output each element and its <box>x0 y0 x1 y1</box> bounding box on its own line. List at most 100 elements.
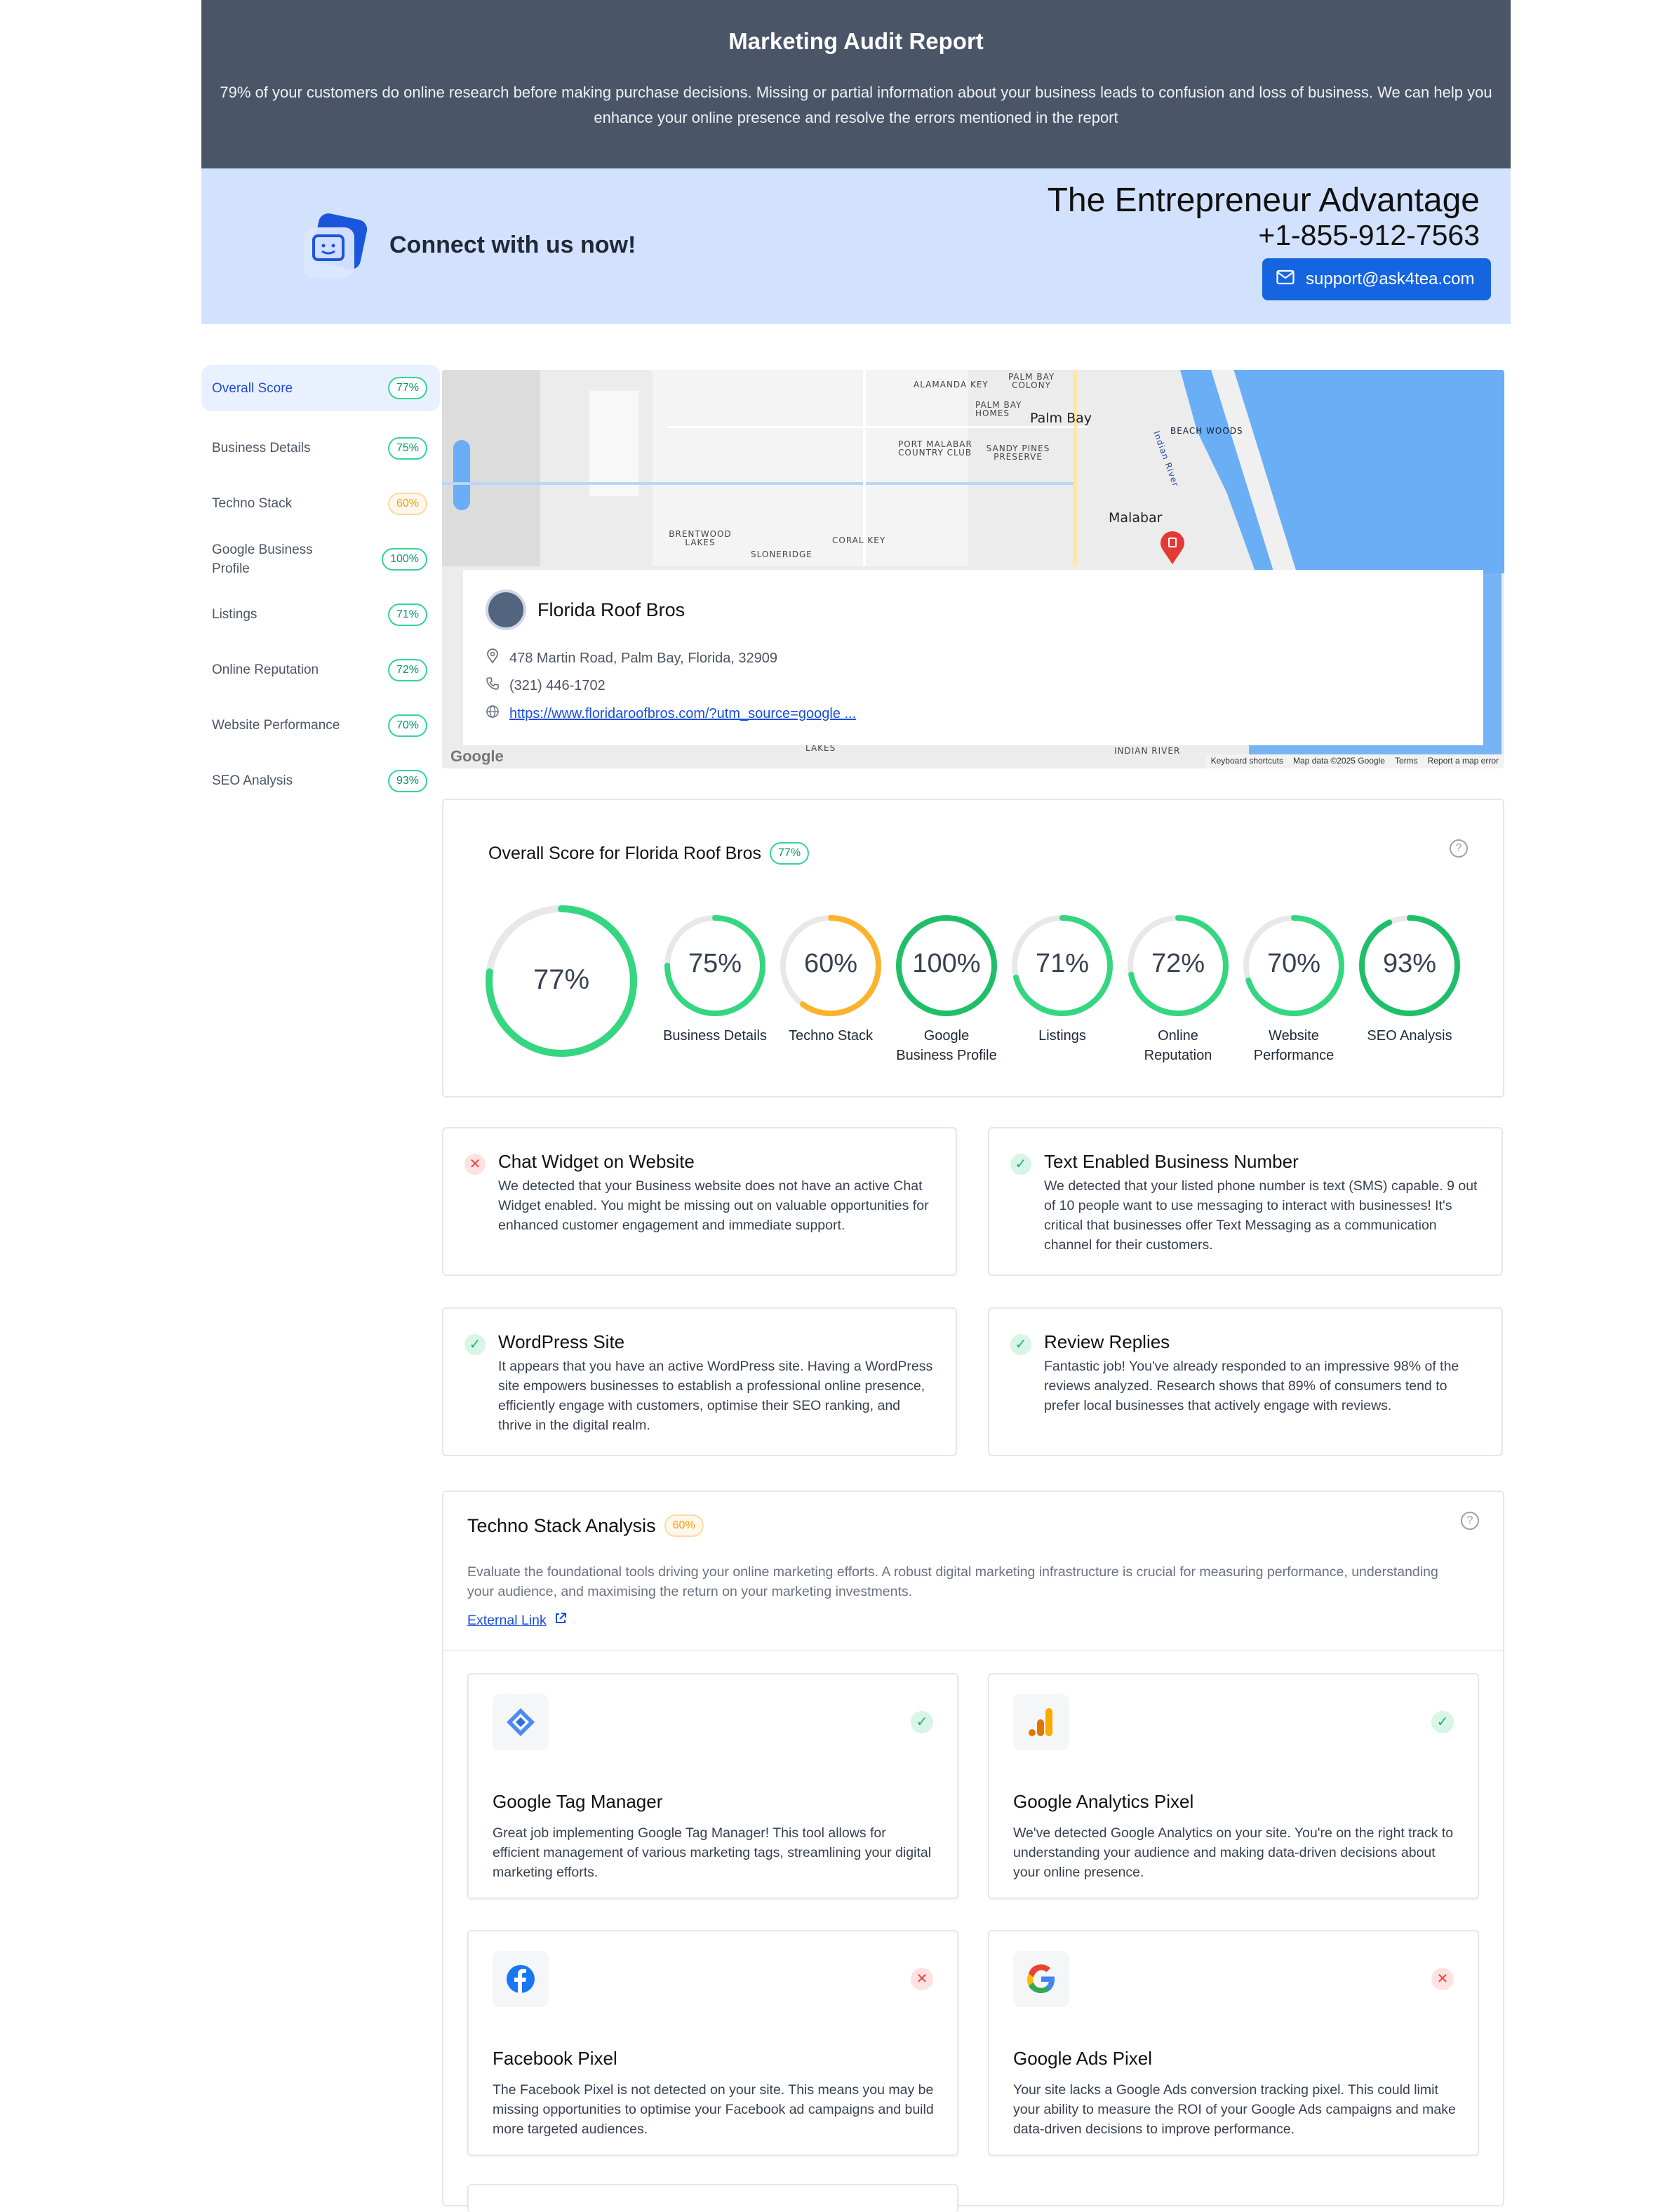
tool-card: ✓ Google Analytics Pixel We've detected Go… <box>988 1673 1479 1899</box>
gauge-value: 93% <box>1382 949 1437 978</box>
check-card: ✓ WordPress Site It appears that you have … <box>442 1307 957 1456</box>
sidebar-item-label: Business Details <box>212 441 311 455</box>
overall-score-title: Overall Score for Florida Roof Bros <box>488 843 762 863</box>
sidebar-item[interactable]: Website Performance 70% <box>201 698 440 753</box>
overall-score-card: Overall Score for Florida Roof Bros 77% … <box>442 799 1504 1098</box>
overall-score-badge: 77% <box>770 842 810 865</box>
report-subtitle: 79% of your customers do online research… <box>220 84 1492 126</box>
sidebar-score-badge: 60% <box>387 492 427 515</box>
category-gauge[interactable]: 60% Techno Stack <box>778 915 883 1046</box>
sidebar-score-badge: 72% <box>387 658 427 681</box>
external-link[interactable]: External Link <box>467 1611 568 1630</box>
company-phone[interactable]: +1-855-912-7563 <box>1258 219 1480 252</box>
check-card: ✓ Text Enabled Business Number We detected… <box>988 1127 1503 1276</box>
google-analytics-icon <box>1013 1694 1069 1750</box>
category-gauge[interactable]: 93% SEO Analysis <box>1357 915 1462 1046</box>
sidebar-score-badge: 77% <box>387 377 427 399</box>
map-pin-icon[interactable] <box>1159 531 1186 565</box>
sidebar-item[interactable]: Overall Score 77% <box>201 365 440 411</box>
sidebar-score-badge: 93% <box>387 769 427 792</box>
map-label: Indian River <box>1151 429 1181 488</box>
category-gauge[interactable]: 75% Business Details <box>662 915 768 1046</box>
external-link-icon <box>554 1611 568 1630</box>
close-icon: ✕ <box>1431 1968 1454 1990</box>
sidebar-item[interactable]: Online Reputation 72% <box>201 642 440 698</box>
overall-gauge-value: 77% <box>533 964 590 995</box>
techno-stack-description: Evaluate the foundational tools driving … <box>467 1564 1438 1599</box>
business-phone[interactable]: (321) 446-1702 <box>509 678 606 694</box>
email-button[interactable]: support@ask4tea.com <box>1262 258 1491 300</box>
tool-description: We've detected Google Analytics on your … <box>1013 1825 1454 1880</box>
map-city: Malabar <box>1109 510 1163 526</box>
tool-card: ✓ Google Tag Manager Great job implementin… <box>467 1673 958 1899</box>
check-description: We detected that your Business website d… <box>498 1178 929 1233</box>
map-label: BEACH WOODS <box>1170 426 1243 436</box>
location-map[interactable]: ALAMANDA KEY PALM BAY COLONY PALM BAY HO… <box>442 370 1504 768</box>
tool-card: ✕ Facebook Pixel The Facebook Pixel is not… <box>467 1930 958 2156</box>
chat-bubble-icon <box>300 212 370 282</box>
check-description: We detected that your listed phone numbe… <box>1044 1178 1478 1253</box>
globe-icon <box>486 705 500 723</box>
sidebar-score-badge: 100% <box>382 547 427 571</box>
phone-icon <box>486 677 500 695</box>
help-icon[interactable]: ? <box>1461 1512 1479 1530</box>
location-pin-icon <box>486 648 500 668</box>
check-title: Review Replies <box>1044 1331 1170 1352</box>
map-label: SANDY PINES PRESERVE <box>986 444 1050 462</box>
gauge-value: 71% <box>1035 949 1090 978</box>
gauge-label: Listings <box>1038 1028 1086 1044</box>
business-website-link[interactable]: https://www.floridaroofbros.com/?utm_sou… <box>509 706 856 722</box>
sidebar-item[interactable]: Listings 71% <box>201 587 440 642</box>
sidebar-item-label: SEO Analysis <box>212 773 293 788</box>
business-address: 478 Martin Road, Palm Bay, Florida, 3290… <box>509 650 778 666</box>
sidebar-item[interactable]: SEO Analysis 93% <box>201 753 440 808</box>
gauge-label: Business Details <box>663 1028 767 1044</box>
category-gauge[interactable]: 100% Google Business Profile <box>894 915 999 1065</box>
tool-description: Great job implementing Google Tag Manage… <box>493 1825 932 1880</box>
terms-link[interactable]: Terms <box>1395 756 1418 767</box>
gauge-value: 100% <box>912 949 981 978</box>
business-name: Florida Roof Bros <box>537 599 685 620</box>
business-card: Florida Roof Bros 478 Martin Road, Palm … <box>463 570 1483 745</box>
check-card: ✓ Review Replies Fantastic job! You've alr… <box>988 1307 1503 1456</box>
company-name: The Entrepreneur Advantage <box>1047 182 1480 219</box>
sidebar-item[interactable]: Google Business Profile 100% <box>201 531 440 587</box>
connect-cta: Connect with us now! <box>389 232 636 258</box>
map-label: ALAMANDA KEY <box>914 380 989 389</box>
sidebar-item[interactable]: Techno Stack 60% <box>201 476 440 531</box>
sidebar-item[interactable]: Business Details 75% <box>201 420 440 476</box>
report-map-error-link[interactable]: Report a map error <box>1428 756 1499 767</box>
close-icon: ✕ <box>911 1968 933 1990</box>
external-link-label: External Link <box>467 1612 547 1628</box>
gauge-value: 60% <box>803 949 858 978</box>
check-icon: ✓ <box>1010 1154 1031 1175</box>
report-header: Marketing Audit Report 79% of your custo… <box>201 0 1511 168</box>
category-gauge[interactable]: 71% Listings <box>1010 915 1115 1046</box>
check-title: Text Enabled Business Number <box>1044 1151 1299 1172</box>
google-tag-manager-icon <box>493 1694 549 1750</box>
tool-description: Your site lacks a Google Ads conversion … <box>1013 2082 1456 2137</box>
gauge-value: 70% <box>1266 949 1321 978</box>
category-gauge[interactable]: 72% Online Reputation <box>1125 915 1231 1065</box>
map-footer: Keyboard shortcuts Map data ©2025 Google… <box>1205 754 1504 768</box>
business-logo <box>486 589 526 630</box>
category-gauge[interactable]: 70% Website Performance <box>1241 915 1346 1065</box>
techno-stack-title: Techno Stack Analysis <box>467 1514 656 1536</box>
map-label: SLONERIDGE <box>751 549 812 559</box>
tool-description: The Facebook Pixel is not detected on yo… <box>493 2082 934 2137</box>
gauge-label: Online Reputation <box>1144 1028 1212 1063</box>
google-icon <box>1013 1951 1069 2007</box>
gauge-value: 75% <box>688 949 742 978</box>
mail-icon <box>1276 269 1295 290</box>
sidebar-score-badge: 71% <box>387 603 427 626</box>
sidebar-item-label: Techno Stack <box>212 496 293 511</box>
keyboard-shortcuts-link[interactable]: Keyboard shortcuts <box>1211 756 1283 767</box>
techno-stack-badge: 60% <box>664 1514 704 1537</box>
map-city: Palm Bay <box>1030 411 1092 426</box>
check-description: Fantastic job! You've already responded … <box>1044 1359 1459 1413</box>
tool-name: Google Ads Pixel <box>1013 2048 1153 2069</box>
help-icon[interactable]: ? <box>1450 839 1468 858</box>
check-icon: ✓ <box>464 1334 486 1355</box>
sidebar-item-label: Listings <box>212 607 258 622</box>
gauge-label: Google Business Profile <box>896 1028 997 1063</box>
